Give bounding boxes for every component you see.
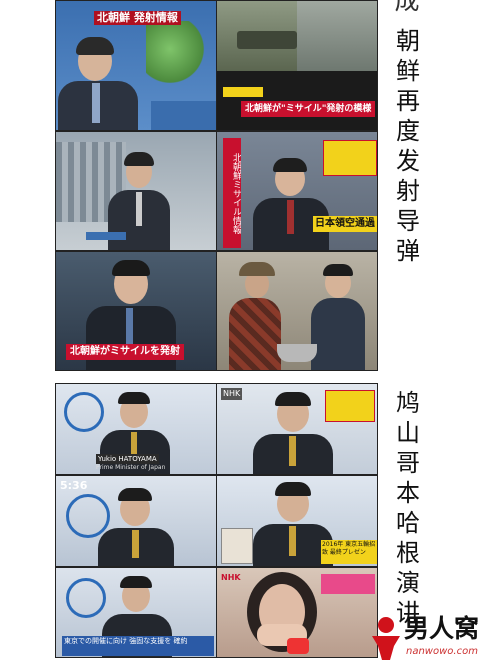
info-board: [325, 390, 375, 422]
frame-caption: [86, 232, 126, 240]
launcher-vehicle: [237, 31, 297, 49]
frame-caption: 東京での開催に向け 強固な支援を 確約: [62, 636, 214, 656]
time-readout: 5:36: [60, 480, 88, 492]
bottom-vertical-caption: 鸠山哥本哈根演讲: [396, 389, 420, 627]
side-caption: 北朝鮮ミサイル情報: [223, 138, 241, 248]
frame-reporter-outdoor: [55, 131, 217, 251]
frame-caption: 2016年 東京五輪招致 最終プレゼン: [321, 540, 377, 564]
frame-crying-girl: NHK: [216, 567, 378, 658]
channel-logo: NHK: [221, 388, 243, 400]
top-char: 成: [394, 0, 420, 15]
frame-speech-wide: Yukio HATOYAMA Prime Minister of Japan: [55, 383, 217, 475]
japan-map: [146, 21, 206, 91]
frame-cooking-show: [216, 251, 378, 371]
frame-reporter-studio: 北朝鮮ミサイル情報 日本領空通過: [216, 131, 378, 251]
cooking-pot: [277, 344, 317, 362]
frame-speech-inset: 2016年 東京五輪招致 最終プレゼン: [216, 475, 378, 567]
channel-logo: NHK: [221, 573, 241, 582]
frame-speech-podium: 5:36: [55, 475, 217, 567]
watermark-url: nanwowo.com: [406, 646, 478, 657]
bottom-collage: Yukio HATOYAMA Prime Minister of Japan N…: [55, 383, 378, 658]
frame-caption: Yukio HATOYAMA: [96, 454, 159, 464]
frame-speech-subtitle: 東京での開催に向け 強固な支援を 確約: [55, 567, 217, 658]
show-emblem: [287, 638, 309, 654]
olympic-ring: [66, 578, 106, 618]
frame-caption: 北朝鮮がミサイルを発射: [66, 344, 184, 360]
frame-anchor-studio: 北朝鮮がミサイルを発射: [55, 251, 217, 371]
olympic-ring: [66, 494, 110, 538]
show-banner: [321, 574, 375, 594]
olympic-ring: [64, 392, 104, 432]
desk: [151, 101, 216, 130]
news-board: [323, 140, 377, 176]
frame-missile-launcher: 北朝鮮が"ミサイル"発射の模様: [216, 0, 378, 131]
watermark: 男人窝 nanwowo.com: [368, 612, 498, 668]
inset-photo: [221, 528, 253, 564]
top-collage: 北朝鮮 発射情報 北朝鮮が"ミサイル"発射の模様 北朝鮮ミサイル情報 日本領空通…: [55, 0, 378, 371]
frame-caption: 日本領空通過: [313, 216, 377, 232]
frame-speech-close: NHK: [216, 383, 378, 475]
frame-subcaption: Prime Minister of Japan: [96, 464, 166, 471]
person-logo-icon: [372, 617, 400, 660]
frame-anchor-map: 北朝鮮 発射情報: [55, 0, 217, 131]
watermark-brand: 男人窝: [404, 614, 480, 643]
top-vertical-caption: 朝鲜再度发射导弹: [396, 27, 420, 265]
frame-caption: 北朝鮮 発射情報: [94, 11, 181, 25]
frame-caption: 北朝鮮が"ミサイル"発射の模様: [241, 101, 376, 117]
